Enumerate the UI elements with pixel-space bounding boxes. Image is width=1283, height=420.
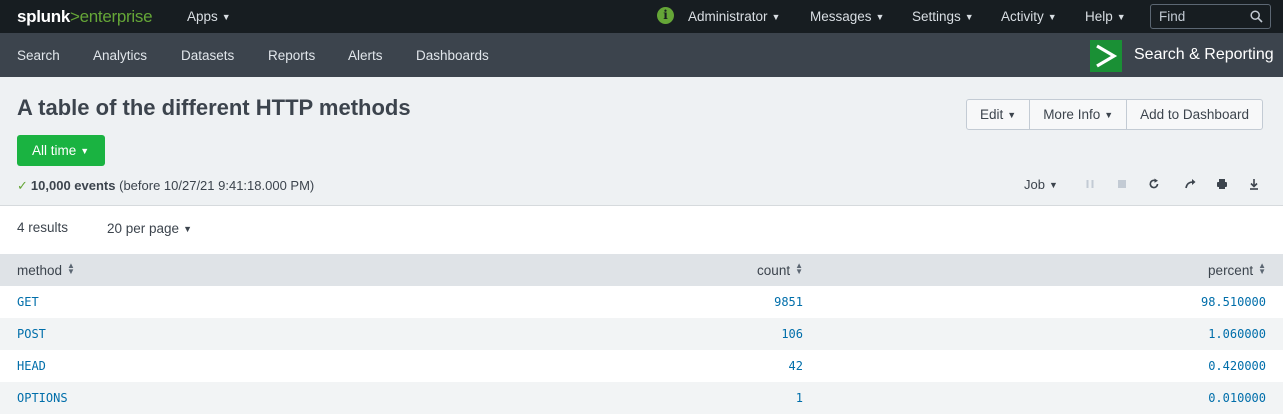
cell-method[interactable]: GET: [0, 286, 400, 318]
app-logo-icon[interactable]: [1090, 40, 1122, 72]
help-menu[interactable]: Help ▼: [1085, 9, 1126, 24]
splunk-logo[interactable]: splunk>enterprise: [17, 7, 153, 27]
nav-item-reports[interactable]: Reports: [268, 48, 315, 63]
messages-menu-label: Messages: [810, 9, 872, 24]
activity-menu-label: Activity: [1001, 9, 1044, 24]
cell-count[interactable]: 42: [400, 350, 820, 382]
job-menu-label: Job: [1024, 177, 1045, 192]
info-icon[interactable]: i: [657, 7, 674, 24]
sort-icon: ▲ ▼: [1258, 260, 1266, 276]
table-row: POST 106 1.060000: [0, 318, 1283, 350]
more-info-button-label: More Info: [1043, 107, 1101, 122]
events-detail: (before 10/27/21 9:41:18.000 PM): [119, 178, 315, 193]
find-box: [1150, 4, 1271, 29]
column-header-count[interactable]: count ▲ ▼: [400, 254, 820, 286]
caret-down-icon: ▼: [80, 146, 90, 156]
caret-down-icon: ▼: [1116, 12, 1126, 22]
report-actions: Edit ▼ More Info ▼ Add to Dashboard: [966, 99, 1263, 130]
results-count: 4 results: [17, 220, 69, 235]
user-menu-label: Administrator: [688, 9, 768, 24]
results-table: method ▲ ▼ count ▲ ▼ percent ▲ ▼ GET 9851 98.5…: [0, 254, 1283, 414]
caret-down-icon: ▼: [1047, 12, 1057, 22]
check-icon: ✓: [17, 178, 28, 193]
find-input[interactable]: [1151, 5, 1251, 28]
cell-percent[interactable]: 0.420000: [820, 350, 1283, 382]
sort-icon: ▲ ▼: [67, 260, 75, 276]
per-page-selector[interactable]: 20 per page ▼: [107, 221, 192, 236]
page-header: A table of the different HTTP methods Ed…: [0, 77, 1283, 206]
print-icon[interactable]: [1214, 176, 1230, 192]
column-header-label: method: [17, 262, 63, 278]
caret-down-icon: ▼: [1104, 110, 1114, 120]
time-range-label: All time: [32, 143, 77, 158]
nav-item-datasets[interactable]: Datasets: [181, 48, 234, 63]
column-header-label: percent: [1208, 262, 1254, 278]
caret-down-icon: ▼: [183, 224, 192, 234]
nav-item-alerts[interactable]: Alerts: [348, 48, 383, 63]
more-info-button[interactable]: More Info ▼: [1029, 100, 1126, 129]
caret-down-icon: ▼: [1007, 110, 1017, 120]
sort-icon: ▲ ▼: [795, 260, 803, 276]
cell-count[interactable]: 1: [400, 382, 820, 414]
nav-item-dashboards[interactable]: Dashboards: [416, 48, 489, 63]
edit-button-label: Edit: [980, 107, 1004, 122]
top-bar: splunk>enterprise Apps ▼ i Administrator ▼…: [0, 0, 1283, 33]
activity-menu[interactable]: Activity ▼: [1001, 9, 1057, 24]
page-title: A table of the different HTTP methods: [17, 95, 411, 120]
cell-method[interactable]: OPTIONS: [0, 382, 400, 414]
stop-icon[interactable]: [1114, 176, 1130, 192]
table-row: OPTIONS 1 0.010000: [0, 382, 1283, 414]
cell-count[interactable]: 106: [400, 318, 820, 350]
table-row: HEAD 42 0.420000: [0, 350, 1283, 382]
chevron-right-icon: [1096, 44, 1118, 68]
logo-enterprise-text: >enterprise: [70, 7, 153, 26]
apps-menu-label: Apps: [187, 9, 218, 24]
column-header-label: count: [757, 262, 791, 278]
refresh-icon[interactable]: [1146, 176, 1162, 192]
events-count: 10,000 events: [30, 178, 116, 193]
settings-menu-label: Settings: [912, 9, 961, 24]
time-range-picker[interactable]: All time ▼: [17, 135, 105, 166]
nav-item-search[interactable]: Search: [17, 48, 60, 63]
user-menu[interactable]: Administrator ▼: [688, 9, 780, 24]
cell-percent[interactable]: 98.510000: [820, 286, 1283, 318]
job-status: ✓ 10,000 events (before 10/27/21 9:41:18.…: [17, 178, 314, 194]
cell-count[interactable]: 9851: [400, 286, 820, 318]
caret-down-icon: ▼: [1048, 180, 1058, 190]
column-header-method[interactable]: method ▲ ▼: [0, 254, 400, 286]
settings-menu[interactable]: Settings ▼: [912, 9, 974, 24]
caret-down-icon: ▼: [771, 12, 781, 22]
table-header-row: method ▲ ▼ count ▲ ▼ percent ▲ ▼: [0, 254, 1283, 286]
export-icon[interactable]: [1246, 176, 1262, 192]
app-bar: Search Analytics Datasets Reports Alerts…: [0, 33, 1283, 77]
job-menu[interactable]: Job ▼: [1024, 177, 1058, 192]
add-to-dashboard-button[interactable]: Add to Dashboard: [1126, 100, 1262, 129]
nav-item-analytics[interactable]: Analytics: [93, 48, 147, 63]
cell-method[interactable]: HEAD: [0, 350, 400, 382]
edit-button[interactable]: Edit ▼: [967, 100, 1029, 129]
caret-down-icon: ▼: [221, 12, 231, 22]
table-row: GET 9851 98.510000: [0, 286, 1283, 318]
cell-method[interactable]: POST: [0, 318, 400, 350]
messages-menu[interactable]: Messages ▼: [810, 9, 884, 24]
apps-menu[interactable]: Apps ▼: [187, 9, 231, 24]
per-page-label: 20 per page: [107, 221, 180, 236]
caret-down-icon: ▼: [964, 12, 974, 22]
cell-percent[interactable]: 1.060000: [820, 318, 1283, 350]
app-title[interactable]: Search & Reporting: [1134, 46, 1274, 64]
column-header-percent[interactable]: percent ▲ ▼: [820, 254, 1283, 286]
cell-percent[interactable]: 0.010000: [820, 382, 1283, 414]
search-icon[interactable]: [1250, 10, 1263, 23]
caret-down-icon: ▼: [875, 12, 885, 22]
help-menu-label: Help: [1085, 9, 1113, 24]
logo-splunk-text: splunk: [17, 7, 70, 26]
share-icon[interactable]: [1182, 176, 1198, 192]
pause-icon[interactable]: [1082, 176, 1098, 192]
